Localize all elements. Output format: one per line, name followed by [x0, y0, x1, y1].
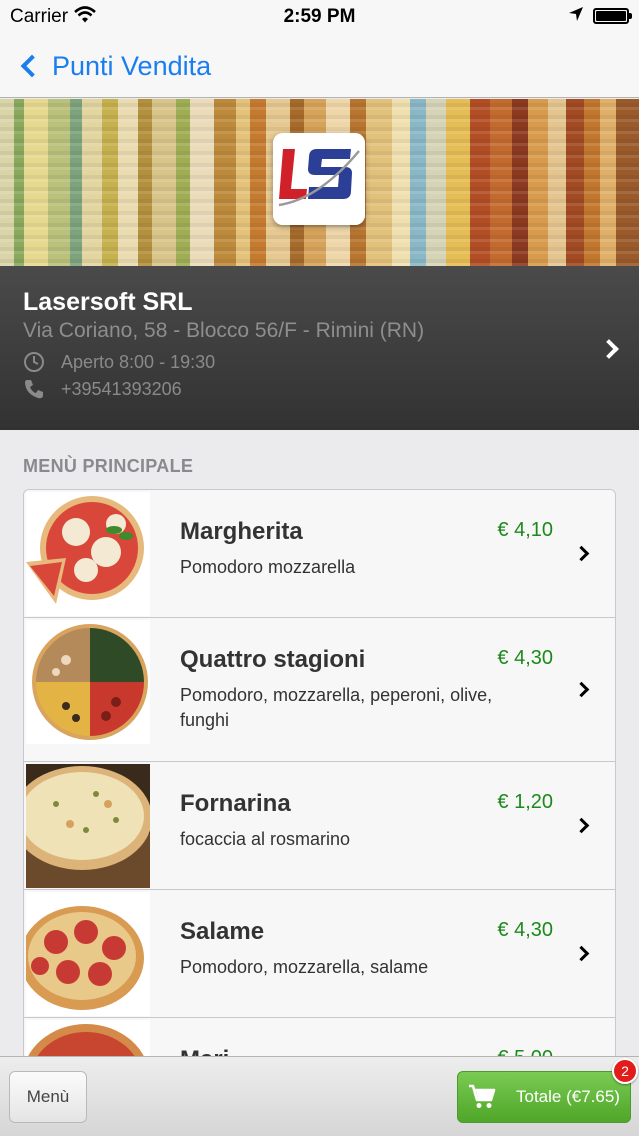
clock-icon [23, 351, 45, 373]
menu-item-description: Pomodoro, mozzarella, peperoni, olive, f… [180, 685, 493, 730]
menu-item-name: Fornarina [180, 790, 291, 817]
menu-item-name: Salame [180, 918, 265, 945]
menu-item-description: focaccia al rosmarino [180, 829, 351, 849]
store-hours-row: Aperto 8:00 - 19:30 [23, 351, 215, 373]
menu-item-description: Pomodoro, mozzarella, salame [180, 957, 429, 977]
screen: Carrier 2:59 PM Punti Vendita Lasersoft … [0, 0, 639, 1136]
menu-item-name: Margherita [180, 518, 303, 545]
pizza-thumbnail [26, 764, 150, 888]
phone-icon [23, 378, 45, 400]
store-name: Lasersoft SRL [23, 288, 193, 316]
chevron-left-icon [20, 54, 44, 78]
store-phone-row: +39541393206 [23, 378, 182, 400]
chevron-right-icon [573, 545, 590, 562]
status-bar: Carrier 2:59 PM [0, 0, 639, 34]
menu-item-quattro-stagioni[interactable]: Quattro stagioni Pomodoro, mozzarella, p… [24, 618, 615, 762]
menu-item-price: € 4,30 [497, 919, 553, 941]
store-logo [273, 133, 365, 225]
back-button-label: Punti Vendita [52, 50, 212, 81]
chevron-right-icon [573, 681, 590, 698]
store-info-panel[interactable]: Lasersoft SRL Via Coriano, 58 - Blocco 5… [0, 266, 639, 430]
menu-item-description: Pomodoro mozzarella [180, 557, 356, 577]
chevron-right-icon [573, 945, 590, 962]
location-arrow-icon [568, 6, 584, 28]
total-cart-button[interactable]: Totale (€7.65) [457, 1071, 631, 1123]
menu-item-fornarina[interactable]: Fornarina focaccia al rosmarino € 1,20 [24, 762, 615, 890]
bottom-toolbar: Menù Totale (€7.65) [0, 1056, 639, 1136]
total-label: Totale (€7.65) [516, 1087, 620, 1106]
battery-icon [593, 8, 632, 24]
pizza-thumbnail [26, 492, 150, 616]
back-button[interactable]: Punti Vendita [14, 48, 211, 84]
menu-item-price: € 4,10 [497, 519, 553, 541]
menu-button[interactable]: Menù [9, 1071, 87, 1123]
store-phone: +39541393206 [61, 378, 182, 399]
store-hours: Aperto 8:00 - 19:30 [61, 351, 216, 372]
pizza-thumbnail [26, 620, 150, 744]
chevron-right-icon [573, 817, 590, 834]
menu-item-price: € 1,20 [497, 791, 553, 813]
menu-item-salame[interactable]: Salame Pomodoro, mozzarella, salame € 4,… [24, 890, 615, 1018]
menu-item-name: Quattro stagioni [180, 646, 366, 673]
pizza-thumbnail [26, 892, 150, 1016]
navigation-bar: Punti Vendita [0, 34, 639, 98]
chevron-right-icon [599, 339, 619, 359]
section-title: MENÙ PRINCIPALE [23, 456, 194, 476]
clock: 2:59 PM [283, 6, 356, 27]
cart-count-badge: 2 [612, 1058, 638, 1084]
cart-icon [468, 1084, 496, 1110]
menu-item-price: € 4,30 [497, 647, 553, 669]
menu-item-margherita[interactable]: Margherita Pomodoro mozzarella € 4,10 [24, 490, 615, 618]
store-address: Via Coriano, 58 - Blocco 56/F - Rimini (… [23, 319, 425, 342]
menu-list: Margherita Pomodoro mozzarella € 4,10 Qu… [23, 489, 616, 1089]
